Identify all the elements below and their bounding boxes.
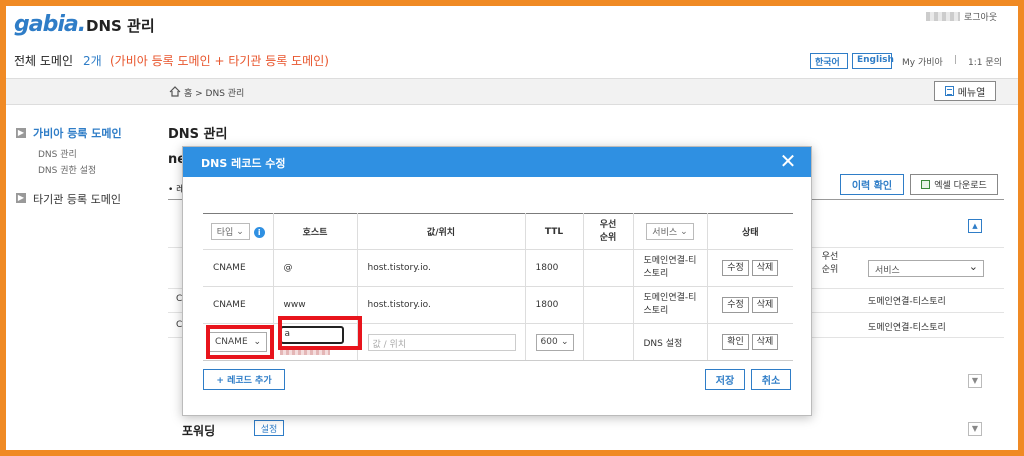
domain-count: 2개 bbox=[83, 54, 102, 68]
chevron-down-icon: ⌄ bbox=[680, 226, 688, 237]
priority-header: 우선 순위 bbox=[821, 252, 839, 275]
sidebar-item-gabia-domains[interactable]: 가비아 등록 도메인 bbox=[33, 125, 122, 141]
record-type-cell: CNAME bbox=[203, 286, 274, 324]
record-value-cell: host.tistory.io. bbox=[357, 286, 526, 324]
modal-title: DNS 레코드 수정 bbox=[201, 157, 286, 170]
record-actions-cell: 수정 삭제 bbox=[707, 249, 793, 287]
record-service-cell: 도메인연결-티스토리 bbox=[633, 286, 708, 324]
type-select-highlight bbox=[206, 325, 274, 359]
chevron-down-icon: ⌄ bbox=[236, 226, 244, 237]
info-icon[interactable]: i bbox=[253, 227, 265, 238]
excel-download-button[interactable]: 엑셀 다운로드 bbox=[910, 174, 998, 195]
page-title: DNS 관리 bbox=[168, 127, 228, 142]
new-value-cell: 값 / 위치 bbox=[357, 323, 526, 361]
status-column-header: 상태 bbox=[707, 213, 793, 250]
sidebar-item-dns-management[interactable]: DNS 관리 bbox=[38, 147, 77, 160]
ttl-column-header: TTL bbox=[525, 213, 584, 250]
chevron-down-icon[interactable]: ▼ bbox=[968, 422, 982, 436]
forwarding-label: 포워딩 bbox=[182, 424, 216, 438]
excel-icon bbox=[921, 180, 931, 189]
app-title: DNS 관리 bbox=[86, 17, 155, 35]
lang-korean-button[interactable]: 한국어 bbox=[810, 53, 848, 69]
record-value-cell: host.tistory.io. bbox=[357, 249, 526, 287]
my-gabia-link[interactable]: My 가비아 bbox=[902, 55, 943, 68]
logout-link[interactable]: 로그아웃 bbox=[964, 10, 997, 23]
record-actions-cell: 수정 삭제 bbox=[707, 286, 793, 324]
breadcrumb: 홈 > DNS 관리 bbox=[184, 89, 245, 99]
record-priority-cell bbox=[583, 249, 634, 287]
record-service-cell: 도메인연결-티스토리 bbox=[868, 323, 946, 333]
add-record-button[interactable]: + 레코드 추가 bbox=[203, 369, 285, 390]
menu-icon bbox=[944, 86, 954, 96]
header-separator: | bbox=[954, 55, 958, 65]
save-button[interactable]: 저장 bbox=[705, 369, 745, 390]
record-service-cell: 도메인연결-티스토리 bbox=[868, 297, 946, 307]
lang-english-button[interactable]: English bbox=[852, 53, 894, 69]
host-column-header: 호스트 bbox=[273, 213, 358, 250]
excel-download-label: 엑셀 다운로드 bbox=[934, 181, 987, 191]
value-input[interactable]: 값 / 위치 bbox=[367, 333, 516, 351]
record-type-cell: CNAME bbox=[203, 249, 274, 287]
home-icon[interactable] bbox=[169, 86, 181, 97]
history-button[interactable]: 이력 확인 bbox=[840, 174, 904, 195]
service-column-header: 서비스 ⌄ bbox=[633, 213, 708, 250]
chevron-right-icon: ▶ bbox=[16, 193, 26, 203]
dns-record-edit-modal: DNS 레코드 수정 ✕ 타입 ⌄ i 호스트 값/위치 TTL 우선 순위 서비스… bbox=[182, 146, 812, 416]
type-column-header: 타입 ⌄ i bbox=[203, 213, 274, 250]
sidebar-item-other-registrar-domains[interactable]: 타기관 등록 도메인 bbox=[33, 191, 121, 207]
record-host-cell: @ bbox=[273, 249, 358, 287]
ttl-select[interactable]: 600 ⌄ bbox=[535, 333, 574, 351]
new-ttl-cell: 600 ⌄ bbox=[525, 323, 584, 361]
edit-button[interactable]: 수정 bbox=[722, 260, 749, 276]
service-filter-select[interactable]: 서비스 ⌄ bbox=[646, 223, 694, 240]
cancel-button[interactable]: 취소 bbox=[751, 369, 791, 390]
delete-button[interactable]: 삭제 bbox=[751, 260, 779, 276]
breadcrumb-bar bbox=[6, 79, 1018, 105]
chevron-right-icon: ▶ bbox=[16, 128, 26, 138]
table-row: CNAME @ host.tistory.io. 1800 도메인연결-티스토리… bbox=[203, 249, 793, 287]
forwarding-settings-button[interactable]: 설정 bbox=[254, 420, 284, 436]
type-filter-select[interactable]: 타입 ⌄ bbox=[210, 223, 250, 240]
chevron-up-icon[interactable]: ▲ bbox=[968, 219, 982, 233]
menu-open-label: 메뉴열 bbox=[957, 87, 986, 99]
one-to-one-inquiry-link[interactable]: 1:1 문의 bbox=[968, 55, 1002, 68]
modal-header: DNS 레코드 수정 ✕ bbox=[183, 147, 811, 177]
new-service-cell: DNS 설정 bbox=[633, 323, 708, 361]
table-header-row: 타입 ⌄ i 호스트 값/위치 TTL 우선 순위 서비스 ⌄ 상태 bbox=[203, 213, 793, 250]
new-actions-cell: 확인 삭제 bbox=[707, 323, 793, 361]
edit-button[interactable]: 수정 bbox=[722, 297, 749, 313]
record-priority-cell bbox=[583, 286, 634, 324]
delete-button[interactable]: 삭제 bbox=[751, 297, 779, 313]
record-ttl-cell: 1800 bbox=[525, 249, 584, 287]
record-ttl-cell: 1800 bbox=[525, 286, 584, 324]
delete-button[interactable]: 삭제 bbox=[751, 334, 779, 350]
user-name-redacted bbox=[926, 12, 960, 21]
new-priority-cell bbox=[583, 323, 634, 361]
record-service-cell: 도메인연결-티스토리 bbox=[633, 249, 708, 287]
priority-column-header: 우선 순위 bbox=[583, 213, 634, 250]
gabia-logo[interactable]: gabia. bbox=[14, 12, 86, 37]
all-domains-label: 전체 도메인 bbox=[14, 54, 74, 68]
menu-open-button[interactable]: 메뉴열 bbox=[934, 81, 996, 101]
host-input-highlight bbox=[278, 316, 362, 350]
sidebar-item-dns-permission[interactable]: DNS 권한 설정 bbox=[38, 163, 96, 176]
domain-description: (가비아 등록 도메인 + 타기관 등록 도메인) bbox=[110, 54, 329, 68]
chevron-down-icon: ⌄ bbox=[560, 337, 569, 347]
service-filter-select[interactable]: 서비스 bbox=[868, 260, 984, 277]
chevron-down-icon[interactable]: ▼ bbox=[968, 374, 982, 388]
close-icon[interactable]: ✕ bbox=[779, 151, 797, 171]
confirm-button[interactable]: 확인 bbox=[722, 334, 749, 350]
page-frame: gabia. DNS 관리 로그아웃 전체 도메인 2개 (가비아 등록 도메인… bbox=[6, 6, 1018, 450]
value-column-header: 값/위치 bbox=[357, 213, 526, 250]
